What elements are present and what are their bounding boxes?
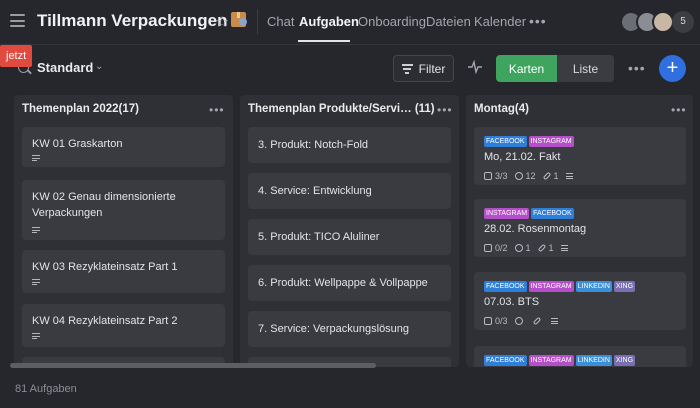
description-icon bbox=[32, 279, 40, 285]
filter-label: Filter bbox=[418, 61, 446, 76]
column-more-icon[interactable]: ••• bbox=[209, 103, 225, 117]
task-card[interactable]: KW 03 Rezyklateinsatz Part 1 bbox=[22, 250, 225, 293]
card-title: KW 04 Rezyklateinsatz Part 2 bbox=[32, 315, 178, 327]
tag-xing: XING bbox=[613, 355, 636, 366]
top-bar: Tillmann Verpackungen ☆ Chat Aufgaben On… bbox=[0, 0, 700, 44]
card-meta: 0/2 1 1 bbox=[484, 242, 568, 254]
tag-linkedin: LINKEDIN bbox=[575, 355, 612, 366]
tag-facebook: FACEBOOK bbox=[484, 136, 527, 147]
status-dot-icon bbox=[239, 18, 247, 26]
activity-icon[interactable] bbox=[468, 60, 482, 74]
description-icon bbox=[550, 318, 558, 324]
subtask-icon bbox=[484, 244, 492, 252]
filter-icon bbox=[401, 64, 413, 74]
member-count-badge[interactable]: 5 bbox=[672, 11, 694, 33]
card-title: 07.03. BTS bbox=[484, 296, 540, 308]
task-card[interactable]: FACEBOOK INSTAGRAM LINKEDIN XING 07.03. … bbox=[474, 272, 686, 330]
task-card[interactable]: 7. Service: Verpackungslösung bbox=[248, 311, 451, 347]
board-column: Montag(4) ••• FACEBOOK INSTAGRAM Mo, 21.… bbox=[466, 95, 693, 367]
comment-icon bbox=[514, 317, 523, 325]
tag-facebook: FACEBOOK bbox=[484, 281, 527, 292]
tab-aufgaben[interactable]: Aufgaben bbox=[299, 14, 359, 29]
tag-facebook: FACEBOOK bbox=[531, 208, 574, 219]
description-icon bbox=[32, 333, 40, 339]
header-divider bbox=[0, 44, 700, 45]
tab-chat[interactable]: Chat bbox=[267, 14, 294, 29]
card-meta: 3/3 12 1 bbox=[484, 170, 573, 182]
column-more-icon[interactable]: ••• bbox=[671, 103, 687, 117]
tab-kalender[interactable]: Kalender bbox=[474, 14, 526, 29]
subtask-icon bbox=[484, 172, 492, 180]
task-card[interactable]: FACEBOOK INSTAGRAM Mo, 21.02. Fakt 3/3 1… bbox=[474, 127, 686, 185]
column-title: Montag(4) bbox=[474, 103, 529, 115]
card-title: 28.02. Rosenmontag bbox=[484, 223, 587, 235]
view-list-button[interactable]: Liste bbox=[557, 55, 614, 82]
view-cards-button[interactable]: Karten bbox=[496, 55, 557, 82]
card-title: 3. Produkt: Notch-Fold bbox=[258, 139, 369, 151]
board-column: Themenplan Produkte/Servi… (11) ••• 3. P… bbox=[240, 95, 459, 367]
add-task-button[interactable]: + bbox=[659, 55, 686, 82]
chevron-down-icon[interactable]: ⌄ bbox=[95, 61, 103, 72]
tag-linkedin: LINKEDIN bbox=[575, 281, 612, 292]
card-meta: 0/3 bbox=[484, 315, 558, 327]
card-title: 6. Produkt: Wellpappe & Vollpappe bbox=[258, 277, 428, 289]
column-more-icon[interactable]: ••• bbox=[437, 103, 453, 117]
task-card[interactable]: KW 01 Graskarton bbox=[22, 127, 225, 167]
avatar[interactable] bbox=[652, 11, 674, 33]
card-title: 4. Service: Entwicklung bbox=[258, 185, 372, 197]
horizontal-scrollbar[interactable] bbox=[10, 363, 376, 368]
task-card[interactable]: 5. Produkt: TICO Aluliner bbox=[248, 219, 451, 255]
card-title: 7. Service: Verpackungslösung bbox=[258, 323, 410, 335]
task-card[interactable]: 6. Produkt: Wellpappe & Vollpappe bbox=[248, 265, 451, 301]
view-selector[interactable]: Standard bbox=[37, 60, 93, 75]
comment-icon bbox=[514, 172, 523, 180]
task-card[interactable]: 4. Service: Entwicklung bbox=[248, 173, 451, 209]
subtask-icon bbox=[484, 317, 492, 325]
menu-icon[interactable] bbox=[10, 14, 25, 27]
task-card[interactable]: INSTAGRAM FACEBOOK 28.02. Rosenmontag 0/… bbox=[474, 199, 686, 257]
card-title: KW 02 Genau dimensionierte Verpackungen bbox=[32, 191, 176, 219]
board-column: Themenplan 2022(17) ••• KW 01 Graskarton… bbox=[14, 95, 233, 367]
card-tags: FACEBOOK INSTAGRAM bbox=[484, 136, 574, 147]
attachment-icon bbox=[542, 171, 551, 181]
card-tags: INSTAGRAM FACEBOOK bbox=[484, 208, 574, 219]
tag-xing: XING bbox=[613, 281, 636, 292]
tag-instagram: INSTAGRAM bbox=[528, 281, 574, 292]
tab-onboarding[interactable]: Onboarding bbox=[358, 14, 426, 29]
tag-facebook: FACEBOOK bbox=[484, 355, 527, 366]
tag-instagram: INSTAGRAM bbox=[528, 355, 574, 366]
task-card[interactable]: FACEBOOK INSTAGRAM LINKEDIN XING bbox=[474, 346, 686, 367]
time-toast: jetzt bbox=[0, 45, 33, 67]
tag-instagram: INSTAGRAM bbox=[484, 208, 530, 219]
column-title: Themenplan 2022(17) bbox=[22, 103, 139, 115]
description-icon bbox=[565, 173, 573, 179]
card-tags: FACEBOOK INSTAGRAM LINKEDIN XING bbox=[484, 281, 636, 292]
task-count: 81 Aufgaben bbox=[15, 383, 77, 395]
card-title: 5. Produkt: TICO Aluliner bbox=[258, 231, 380, 243]
attachment-icon bbox=[532, 316, 541, 326]
card-title: KW 01 Graskarton bbox=[32, 138, 123, 150]
filter-button[interactable]: Filter bbox=[393, 55, 454, 82]
comment-icon bbox=[514, 244, 523, 252]
task-card[interactable]: KW 02 Genau dimensionierte Verpackungen bbox=[22, 180, 225, 240]
star-icon[interactable]: ☆ bbox=[215, 12, 229, 32]
description-icon bbox=[32, 155, 40, 161]
card-title: Mo, 21.02. Fakt bbox=[484, 151, 561, 163]
description-icon bbox=[32, 227, 40, 233]
column-title: Themenplan Produkte/Servi… (11) bbox=[248, 103, 435, 115]
task-card[interactable]: KW 04 Rezyklateinsatz Part 2 bbox=[22, 304, 225, 347]
more-options-icon[interactable]: ••• bbox=[628, 60, 646, 76]
active-tab-indicator bbox=[298, 40, 350, 42]
description-icon bbox=[560, 245, 568, 251]
tag-instagram: INSTAGRAM bbox=[528, 136, 574, 147]
attachment-icon bbox=[537, 243, 546, 253]
task-card[interactable]: 3. Produkt: Notch-Fold bbox=[248, 127, 451, 163]
tab-dateien[interactable]: Dateien bbox=[426, 14, 471, 29]
more-tabs-icon[interactable]: ••• bbox=[529, 13, 547, 29]
divider bbox=[257, 9, 258, 35]
card-title: KW 03 Rezyklateinsatz Part 1 bbox=[32, 261, 178, 273]
card-tags: FACEBOOK INSTAGRAM LINKEDIN XING bbox=[484, 355, 636, 366]
